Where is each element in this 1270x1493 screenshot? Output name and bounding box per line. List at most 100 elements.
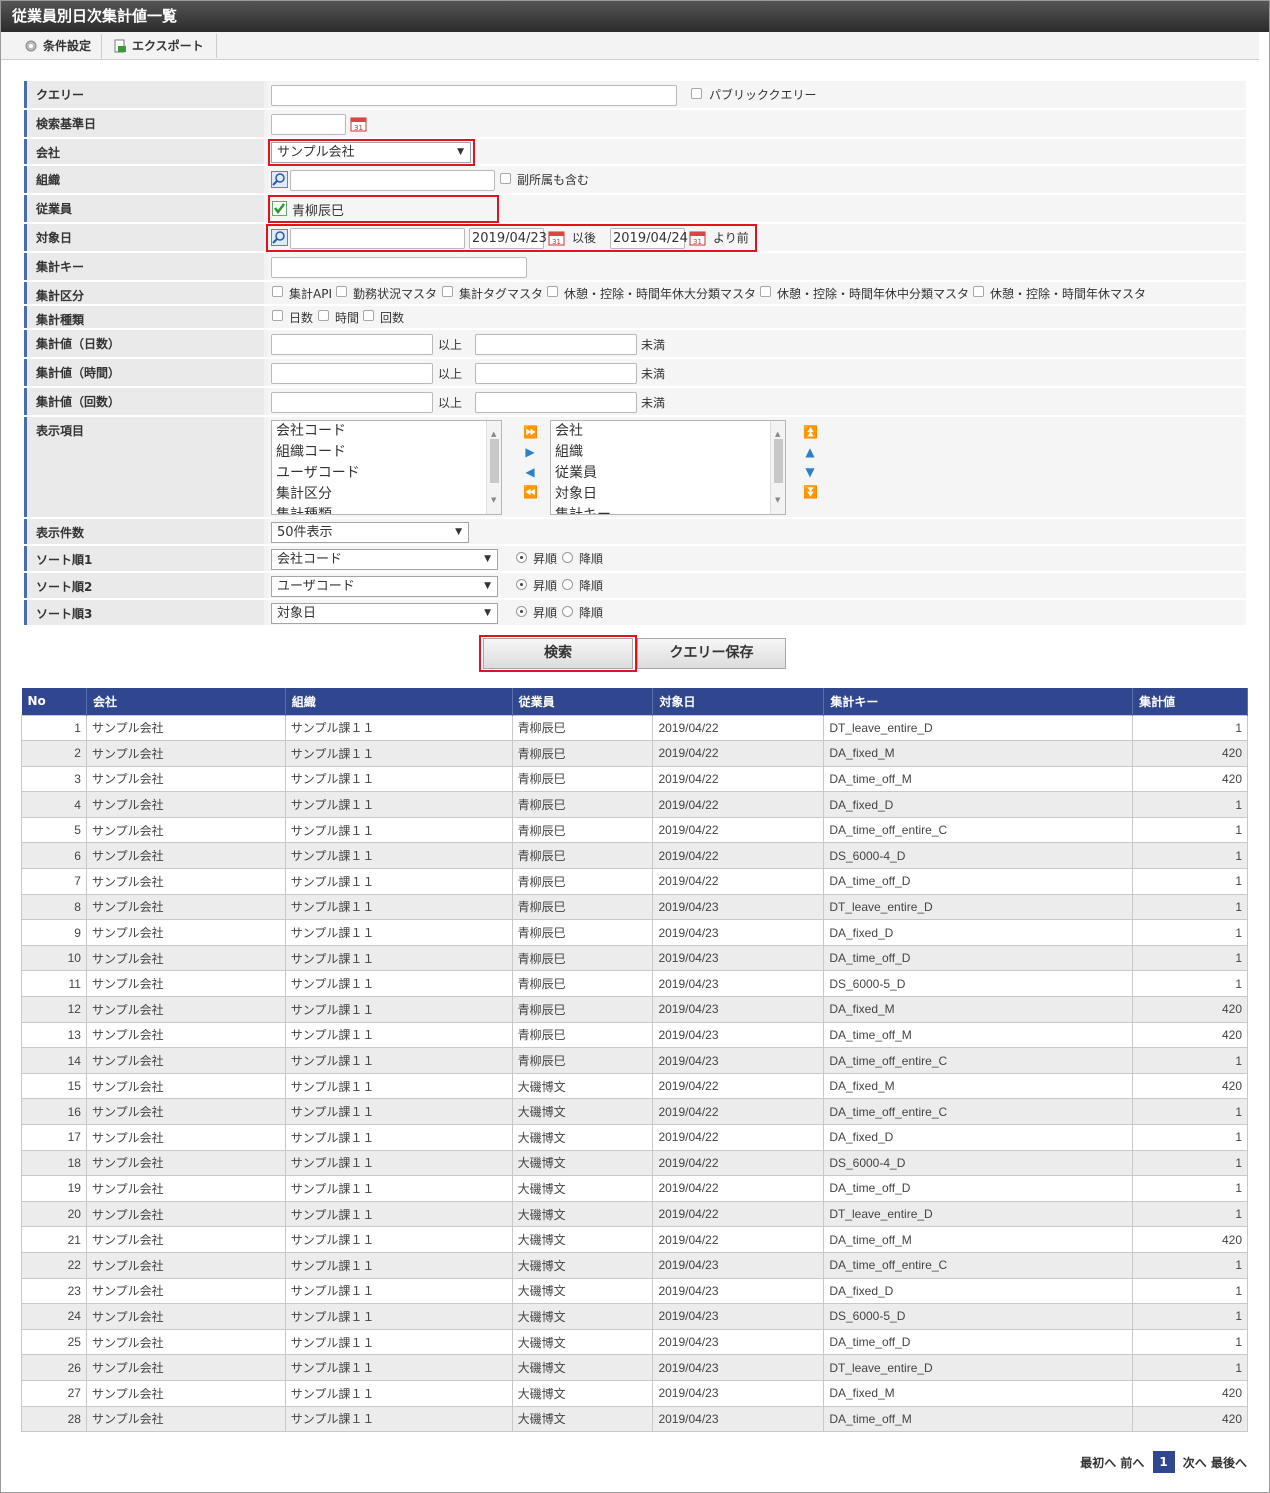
- table-row[interactable]: 14 サンプル会社 サンプル課１１ 青柳辰巳 2019/04/23 DA_time_off…: [21, 1047, 1248, 1074]
- value-days-min-input[interactable]: [271, 334, 433, 355]
- table-row[interactable]: 16 サンプル会社 サンプル課１１ 大磯博文 2019/04/22 DA_time_off…: [21, 1098, 1248, 1125]
- move-all-right-icon[interactable]: ⏩: [523, 425, 538, 439]
- table-row[interactable]: 7 サンプル会社 サンプル課１１ 青柳辰巳 2019/04/22 DA_time_off_…: [21, 868, 1248, 895]
- pager-last[interactable]: 最後へ: [1211, 1454, 1247, 1471]
- table-row[interactable]: 10 サンプル会社 サンプル課１１ 青柳辰巳 2019/04/23 DA_time_off…: [21, 944, 1248, 972]
- column-header-company[interactable]: 会社: [86, 688, 286, 715]
- sort1-asc-radio[interactable]: [516, 552, 527, 563]
- column-header-no[interactable]: No: [21, 688, 87, 715]
- column-header-key[interactable]: 集計キー: [823, 688, 1134, 715]
- scroll-down-icon[interactable]: ▼: [491, 490, 496, 511]
- selected-items-list[interactable]: 会社 組織 従業員 対象日 集計キー ▲ ▼: [550, 420, 786, 515]
- list-item[interactable]: 対象日: [551, 484, 785, 505]
- table-row[interactable]: 8 サンプル会社 サンプル課１１ 青柳辰巳 2019/04/23 DT_leave_ent…: [21, 893, 1248, 921]
- move-up-icon[interactable]: ▲: [803, 445, 817, 459]
- table-row[interactable]: 25 サンプル会社 サンプル課１１ 大磯博文 2019/04/23 DA_time_off…: [21, 1328, 1248, 1356]
- calendar-icon[interactable]: 31: [350, 115, 367, 132]
- list-item[interactable]: 組織: [551, 442, 785, 463]
- base-date-input[interactable]: [271, 114, 346, 135]
- include-sub-checkbox[interactable]: [500, 173, 511, 184]
- table-row[interactable]: 13 サンプル会社 サンプル課１１ 青柳辰巳 2019/04/23 DA_time_off…: [21, 1021, 1248, 1049]
- scrollbar[interactable]: ▲ ▼: [486, 421, 501, 514]
- query-input[interactable]: [271, 85, 677, 106]
- export-button[interactable]: エクスポート: [108, 35, 204, 57]
- list-item[interactable]: 従業員: [551, 463, 785, 484]
- value-hours-min-input[interactable]: [271, 363, 433, 384]
- public-query-checkbox[interactable]: [691, 88, 702, 99]
- table-row[interactable]: 12 サンプル会社 サンプル課１１ 青柳辰巳 2019/04/23 DA_fixed_M 4…: [21, 996, 1248, 1023]
- available-items-list[interactable]: 会社コード 組織コード ユーザコード 集計区分 集計種類 ▲ ▼: [271, 420, 502, 515]
- table-row[interactable]: 22 サンプル会社 サンプル課１１ 大磯博文 2019/04/23 DA_time_off…: [21, 1251, 1248, 1279]
- category-checkbox[interactable]: [442, 286, 453, 297]
- category-checkbox[interactable]: [973, 286, 984, 297]
- scroll-down-icon[interactable]: ▼: [775, 490, 780, 511]
- sort3-asc-radio[interactable]: [516, 606, 527, 617]
- value-count-max-input[interactable]: [475, 392, 637, 413]
- move-down-icon[interactable]: ▼: [803, 465, 817, 479]
- category-checkbox[interactable]: [547, 286, 558, 297]
- column-header-value[interactable]: 集計値: [1132, 688, 1248, 715]
- list-item[interactable]: 集計キー: [551, 505, 785, 514]
- table-row[interactable]: 26 サンプル会社 サンプル課１１ 大磯博文 2019/04/23 DT_leave_en…: [21, 1354, 1248, 1381]
- table-row[interactable]: 23 サンプル会社 サンプル課１１ 大磯博文 2019/04/23 DA_fixed_D 1: [21, 1277, 1248, 1305]
- sort3-desc-radio[interactable]: [562, 606, 573, 617]
- value-hours-max-input[interactable]: [475, 363, 637, 384]
- pager-current-page[interactable]: 1: [1152, 1451, 1175, 1473]
- list-item[interactable]: 集計種類: [272, 505, 501, 514]
- scroll-thumb[interactable]: [774, 439, 783, 483]
- table-row[interactable]: 9 サンプル会社 サンプル課１１ 青柳辰巳 2019/04/23 DA_fixed_D 1: [21, 919, 1248, 946]
- value-days-max-input[interactable]: [475, 334, 637, 355]
- move-top-icon[interactable]: ⏫: [803, 425, 818, 439]
- kind-checkbox[interactable]: [363, 310, 374, 321]
- list-item[interactable]: 組織コード: [272, 442, 501, 463]
- move-bottom-icon[interactable]: ⏬: [803, 485, 818, 499]
- table-row[interactable]: 2 サンプル会社 サンプル課１１ 青柳辰巳 2019/04/22 DA_fixed_M 42…: [21, 740, 1248, 767]
- table-row[interactable]: 24 サンプル会社 サンプル課１１ 大磯博文 2019/04/23 DS_6000-5_D…: [21, 1303, 1248, 1330]
- table-row[interactable]: 28 サンプル会社 サンプル課１１ 大磯博文 2019/04/23 DA_time_off…: [21, 1405, 1248, 1433]
- key-input[interactable]: [271, 257, 527, 278]
- kind-checkbox[interactable]: [318, 310, 329, 321]
- sort1-desc-radio[interactable]: [562, 552, 573, 563]
- list-item[interactable]: 集計区分: [272, 484, 501, 505]
- organization-input[interactable]: [290, 170, 495, 191]
- column-header-employee[interactable]: 従業員: [512, 688, 654, 715]
- save-query-button[interactable]: クエリー保存: [637, 638, 786, 669]
- table-row[interactable]: 11 サンプル会社 サンプル課１１ 青柳辰巳 2019/04/23 DS_6000-5_D…: [21, 970, 1248, 998]
- scrollbar[interactable]: ▲ ▼: [770, 421, 785, 514]
- move-right-icon[interactable]: ▶: [523, 445, 537, 459]
- table-row[interactable]: 27 サンプル会社 サンプル課１１ 大磯博文 2019/04/23 DA_fixed_M 4…: [21, 1379, 1248, 1407]
- column-header-date[interactable]: 対象日: [652, 688, 825, 715]
- table-row[interactable]: 5 サンプル会社 サンプル課１１ 青柳辰巳 2019/04/22 DA_time_off_…: [21, 816, 1248, 844]
- table-row[interactable]: 15 サンプル会社 サンプル課１１ 大磯博文 2019/04/22 DA_fixed_M 4…: [21, 1072, 1248, 1100]
- category-checkbox[interactable]: [760, 286, 771, 297]
- pager-next[interactable]: 次へ: [1183, 1454, 1207, 1471]
- list-item[interactable]: 会社: [551, 421, 785, 442]
- pager-prev[interactable]: 前へ: [1120, 1454, 1144, 1471]
- pager-first[interactable]: 最初へ: [1080, 1454, 1116, 1471]
- sort2-select[interactable]: ユーザコード ▼: [271, 576, 498, 597]
- list-item[interactable]: 会社コード: [272, 421, 501, 442]
- move-left-icon[interactable]: ◀: [523, 465, 537, 479]
- display-count-select[interactable]: 50件表示 ▼: [271, 522, 469, 543]
- column-header-organization[interactable]: 組織: [285, 688, 513, 715]
- sort2-asc-radio[interactable]: [516, 579, 527, 590]
- category-checkbox[interactable]: [336, 286, 347, 297]
- table-row[interactable]: 17 サンプル会社 サンプル課１１ 大磯博文 2019/04/22 DA_fixed_D 1: [21, 1124, 1248, 1151]
- sort3-select[interactable]: 対象日 ▼: [271, 603, 498, 624]
- table-row[interactable]: 6 サンプル会社 サンプル課１１ 青柳辰巳 2019/04/22 DS_6000-4_D 1: [21, 842, 1248, 870]
- condition-settings-button[interactable]: 条件設定: [19, 35, 91, 57]
- table-row[interactable]: 20 サンプル会社 サンプル課１１ 大磯博文 2019/04/22 DT_leave_en…: [21, 1200, 1248, 1228]
- table-row[interactable]: 3 サンプル会社 サンプル課１１ 青柳辰巳 2019/04/22 DA_time_off_…: [21, 765, 1248, 793]
- table-row[interactable]: 1 サンプル会社 サンプル課１１ 青柳辰巳 2019/04/22 DT_leave_ent…: [21, 714, 1248, 742]
- move-all-left-icon[interactable]: ⏪: [523, 485, 538, 499]
- value-count-min-input[interactable]: [271, 392, 433, 413]
- kind-checkbox[interactable]: [272, 310, 283, 321]
- table-row[interactable]: 18 サンプル会社 サンプル課１１ 大磯博文 2019/04/22 DS_6000-4_D…: [21, 1149, 1248, 1177]
- sort2-desc-radio[interactable]: [562, 579, 573, 590]
- scroll-thumb[interactable]: [490, 439, 499, 483]
- list-item[interactable]: ユーザコード: [272, 463, 501, 484]
- table-row[interactable]: 19 サンプル会社 サンプル課１１ 大磯博文 2019/04/22 DA_time_off…: [21, 1175, 1248, 1202]
- sort1-select[interactable]: 会社コード ▼: [271, 549, 498, 570]
- search-icon[interactable]: [271, 171, 288, 188]
- table-row[interactable]: 4 サンプル会社 サンプル課１１ 青柳辰巳 2019/04/22 DA_fixed_D 1: [21, 791, 1248, 818]
